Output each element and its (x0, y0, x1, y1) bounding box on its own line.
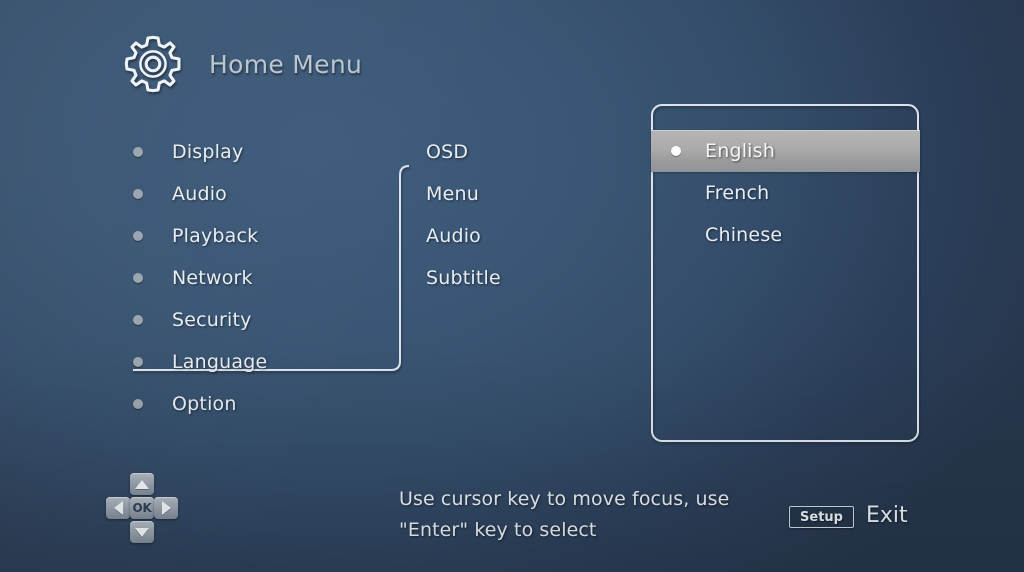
bullet-icon (133, 231, 143, 241)
option-label: English (705, 140, 776, 162)
menu-item-label: Network (172, 267, 253, 289)
dpad-up-button[interactable] (130, 473, 154, 495)
menu-item-label: Audio (172, 183, 228, 205)
submenu-item-label: OSD (426, 141, 469, 163)
dpad-control[interactable]: OK (106, 473, 178, 545)
option-label: French (705, 182, 770, 204)
submenu-item-label: Menu (426, 183, 479, 205)
submenu-item-menu[interactable]: Menu (426, 173, 641, 215)
menu-item-network[interactable]: Network (133, 257, 403, 299)
menu-item-audio[interactable]: Audio (133, 173, 403, 215)
menu-item-security[interactable]: Security (133, 299, 403, 341)
bullet-icon (133, 273, 143, 283)
setup-button[interactable]: Setup (789, 506, 854, 528)
dpad-ok-label: OK (132, 501, 152, 515)
option-label: Chinese (705, 224, 783, 246)
gear-icon (122, 33, 184, 95)
menu-item-label: Option (172, 393, 237, 415)
bullet-icon (133, 315, 143, 325)
language-subcategory-list[interactable]: OSD Menu Audio Subtitle (426, 131, 641, 299)
setup-button-label: Setup (800, 509, 843, 525)
usage-hint: Use cursor key to move focus, use "Enter… (399, 484, 779, 546)
menu-item-label: Security (172, 309, 252, 331)
menu-item-label: Language (172, 351, 268, 373)
settings-category-list[interactable]: Display Audio Playback Network Security … (133, 131, 403, 425)
submenu-item-subtitle[interactable]: Subtitle (426, 257, 641, 299)
tv-osd-screen: Home Menu Display Audio Playback Network… (0, 0, 1024, 572)
osd-language-list[interactable]: English French Chinese (651, 130, 920, 256)
menu-item-label: Playback (172, 225, 259, 247)
menu-item-option[interactable]: Option (133, 383, 403, 425)
bullet-icon (133, 147, 143, 157)
selected-bullet-icon (671, 146, 681, 156)
bullet-icon (133, 357, 143, 367)
dpad-ok-button[interactable]: OK (130, 497, 154, 519)
usage-hint-line-1: Use cursor key to move focus, use (399, 488, 730, 510)
option-english[interactable]: English (651, 130, 920, 172)
submenu-item-label: Subtitle (426, 267, 501, 289)
dpad-down-button[interactable] (130, 521, 154, 543)
right-arrow-icon (161, 501, 171, 515)
submenu-item-audio[interactable]: Audio (426, 215, 641, 257)
exit-label: Exit (866, 503, 908, 528)
up-arrow-icon (135, 479, 149, 489)
osd-language-panel: English French Chinese (651, 104, 920, 442)
dpad-right-button[interactable] (154, 497, 178, 519)
menu-item-playback[interactable]: Playback (133, 215, 403, 257)
submenu-item-label: Audio (426, 225, 482, 247)
submenu-item-osd[interactable]: OSD (426, 131, 641, 173)
menu-item-label: Display (172, 141, 244, 163)
usage-hint-line-2: "Enter" key to select (399, 519, 597, 541)
dpad-left-button[interactable] (106, 497, 130, 519)
bullet-icon (133, 189, 143, 199)
left-arrow-icon (113, 501, 123, 515)
option-chinese[interactable]: Chinese (651, 214, 920, 256)
page-header: Home Menu (122, 33, 362, 95)
option-french[interactable]: French (651, 172, 920, 214)
page-title: Home Menu (209, 49, 363, 79)
menu-item-language[interactable]: Language (133, 341, 403, 383)
menu-item-display[interactable]: Display (133, 131, 403, 173)
down-arrow-icon (135, 527, 149, 537)
bullet-icon (133, 399, 143, 409)
